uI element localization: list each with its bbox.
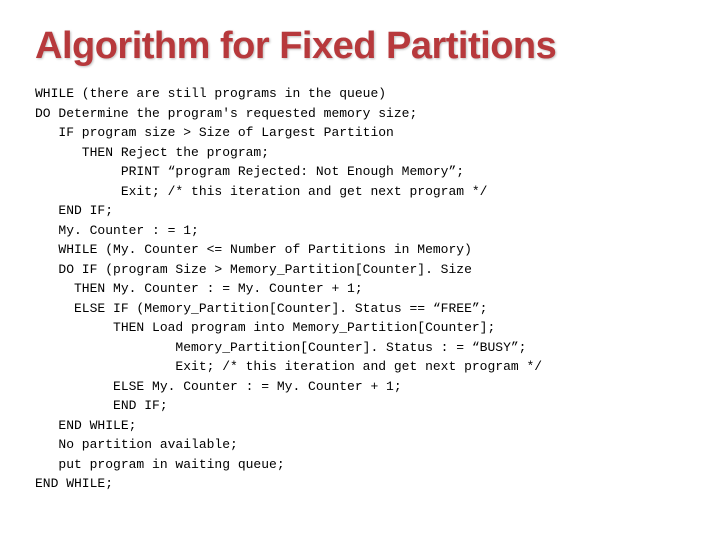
- code-line: Exit; /* this iteration and get next pro…: [35, 184, 487, 199]
- code-line: WHILE (there are still programs in the q…: [35, 86, 386, 101]
- slide-title: Algorithm for Fixed Partitions: [35, 25, 685, 68]
- code-line: THEN Reject the program;: [35, 145, 269, 160]
- code-line: END WHILE;: [35, 418, 136, 433]
- code-line: put program in waiting queue;: [35, 457, 285, 472]
- code-line: WHILE (My. Counter <= Number of Partitio…: [35, 242, 472, 257]
- code-line: PRINT “program Rejected: Not Enough Memo…: [35, 164, 464, 179]
- code-line: DO IF (program Size > Memory_Partition[C…: [35, 262, 472, 277]
- code-line: END WHILE;: [35, 476, 113, 491]
- code-line: My. Counter : = 1;: [35, 223, 199, 238]
- algorithm-code-block: WHILE (there are still programs in the q…: [35, 84, 685, 494]
- code-line: Exit; /* this iteration and get next pro…: [35, 359, 542, 374]
- code-line: END IF;: [35, 203, 113, 218]
- code-line: IF program size > Size of Largest Partit…: [35, 125, 394, 140]
- code-line: ELSE My. Counter : = My. Counter + 1;: [35, 379, 402, 394]
- code-line: DO Determine the program's requested mem…: [35, 106, 417, 121]
- code-line: END IF;: [35, 398, 168, 413]
- code-line: ELSE IF (Memory_Partition[Counter]. Stat…: [35, 301, 487, 316]
- code-line: THEN My. Counter : = My. Counter + 1;: [35, 281, 363, 296]
- code-line: No partition available;: [35, 437, 238, 452]
- code-line: THEN Load program into Memory_Partition[…: [35, 320, 495, 335]
- code-line: Memory_Partition[Counter]. Status : = “B…: [35, 340, 526, 355]
- slide: Algorithm for Fixed Partitions WHILE (th…: [0, 0, 720, 540]
